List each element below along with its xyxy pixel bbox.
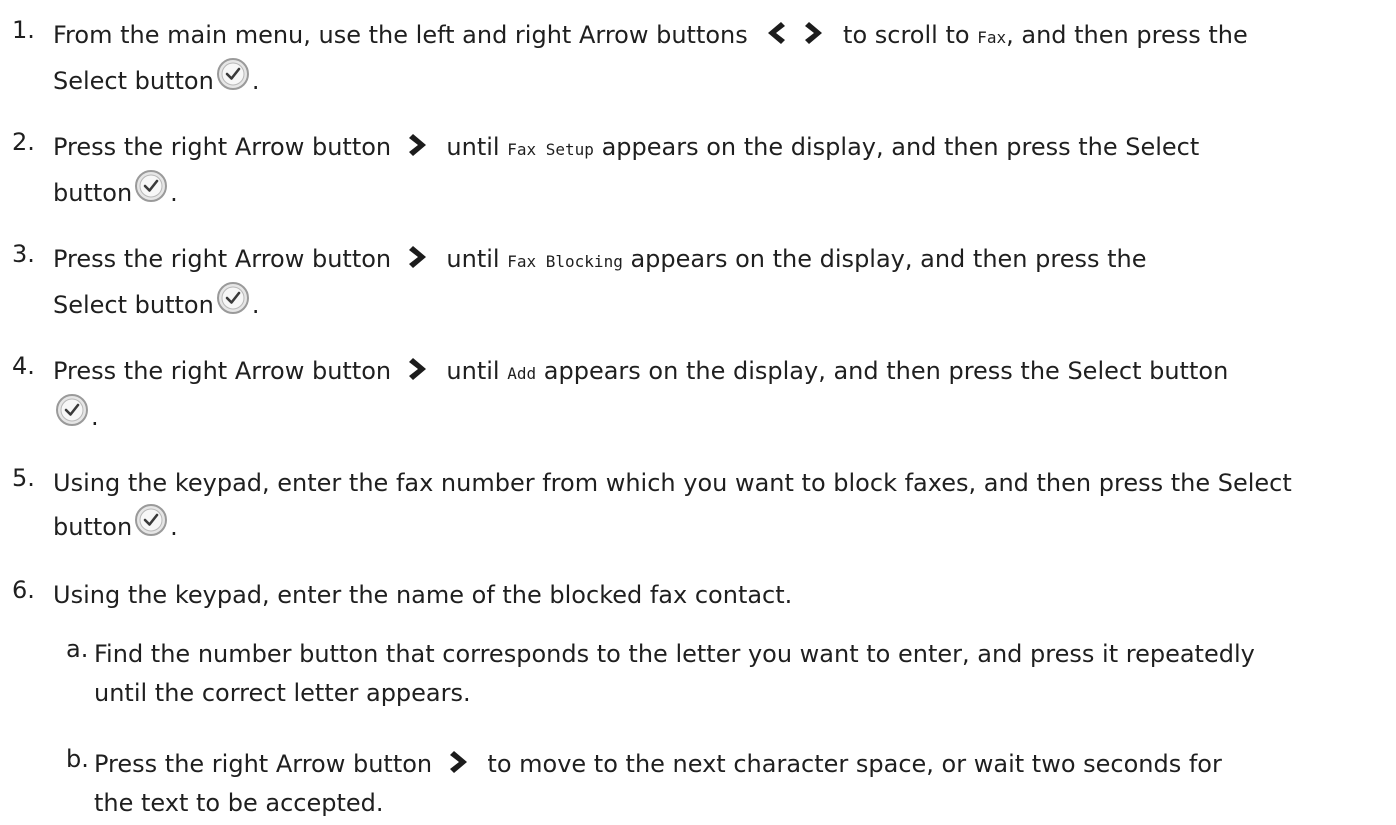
step-text-part: Find the number button that corresponds … [94,640,1255,668]
step-text-part: , and then press the [1006,21,1248,49]
step-text-part: . [170,179,178,207]
step-text-part: appears on the display, and then press t… [630,245,1147,273]
select-button-icon [216,57,250,91]
select-button-icon [134,169,168,203]
menu-item-code: Fax [977,28,1007,47]
step-text-part: . [251,67,260,95]
step-text-part: . [251,291,260,319]
step-text: Press the right Arrow button until Fax B… [53,240,1380,325]
instructions-page: 1. From the main menu, use the left and … [0,0,1396,825]
step-text-part: button [53,513,133,541]
step-text-part: Press the right Arrow button [53,133,392,161]
step-text-part: Press the right Arrow button [53,245,392,273]
step-text-part: to scroll to [843,21,970,49]
step-number: 1. [12,16,35,44]
step-text: Using the keypad, enter the name of the … [53,576,1380,615]
step-text: Using the keypad, enter the fax number f… [53,464,1380,547]
right-arrow-icon [405,355,433,383]
step-text-part: Using the keypad, enter the name of the … [53,581,793,609]
step-text-part: . [91,403,99,431]
step-text-part: From the main menu, use the left and rig… [53,21,748,49]
step-text-part: Using the keypad, enter the fax number f… [53,469,1292,497]
step-text-part: . [170,513,178,541]
step-text-part: until [446,245,500,273]
step-text: Press the right Arrow button until Add a… [53,352,1380,437]
select-button-icon [216,281,250,315]
step-text-part: Select button [53,67,214,95]
step-text-part: until the correct letter appears. [94,679,471,707]
step-number: 2. [12,128,35,156]
right-arrow-icon [405,131,433,159]
step-text-part: the text to be accepted. [94,789,384,817]
substep-text: Press the right Arrow button to move to … [94,745,1380,823]
step-text-part: Press the right Arrow button [53,357,392,385]
step-number: 5. [12,464,35,492]
menu-item-code: Fax Setup [507,140,594,159]
step-number: 4. [12,352,35,380]
step-text-part: appears on the display, and then press t… [543,357,1229,385]
substep-letter: a. [66,635,89,663]
right-arrow-icon [801,19,829,47]
step-text-part: until [446,133,500,161]
step-text-part: until [446,357,500,385]
select-button-icon [55,393,89,427]
step-text-part: to move to the next character space, or … [487,750,1222,778]
step-text-part: appears on the display, and then press t… [601,133,1200,161]
step-text-part: Select button [53,291,214,319]
menu-item-code: Add [507,364,537,383]
substep-letter: b. [66,745,89,773]
left-arrow-icon [761,19,789,47]
step-number: 3. [12,240,35,268]
step-text-part: Press the right Arrow button [94,750,433,778]
step-text-part: button [53,179,133,207]
substep-text: Find the number button that corresponds … [94,635,1380,713]
step-number: 6. [12,576,35,604]
right-arrow-icon [405,243,433,271]
menu-item-code: Fax Blocking [507,252,623,271]
step-text: From the main menu, use the left and rig… [53,16,1380,101]
select-button-icon [134,503,168,537]
step-text: Press the right Arrow button until Fax S… [53,128,1380,213]
right-arrow-icon [446,748,474,776]
